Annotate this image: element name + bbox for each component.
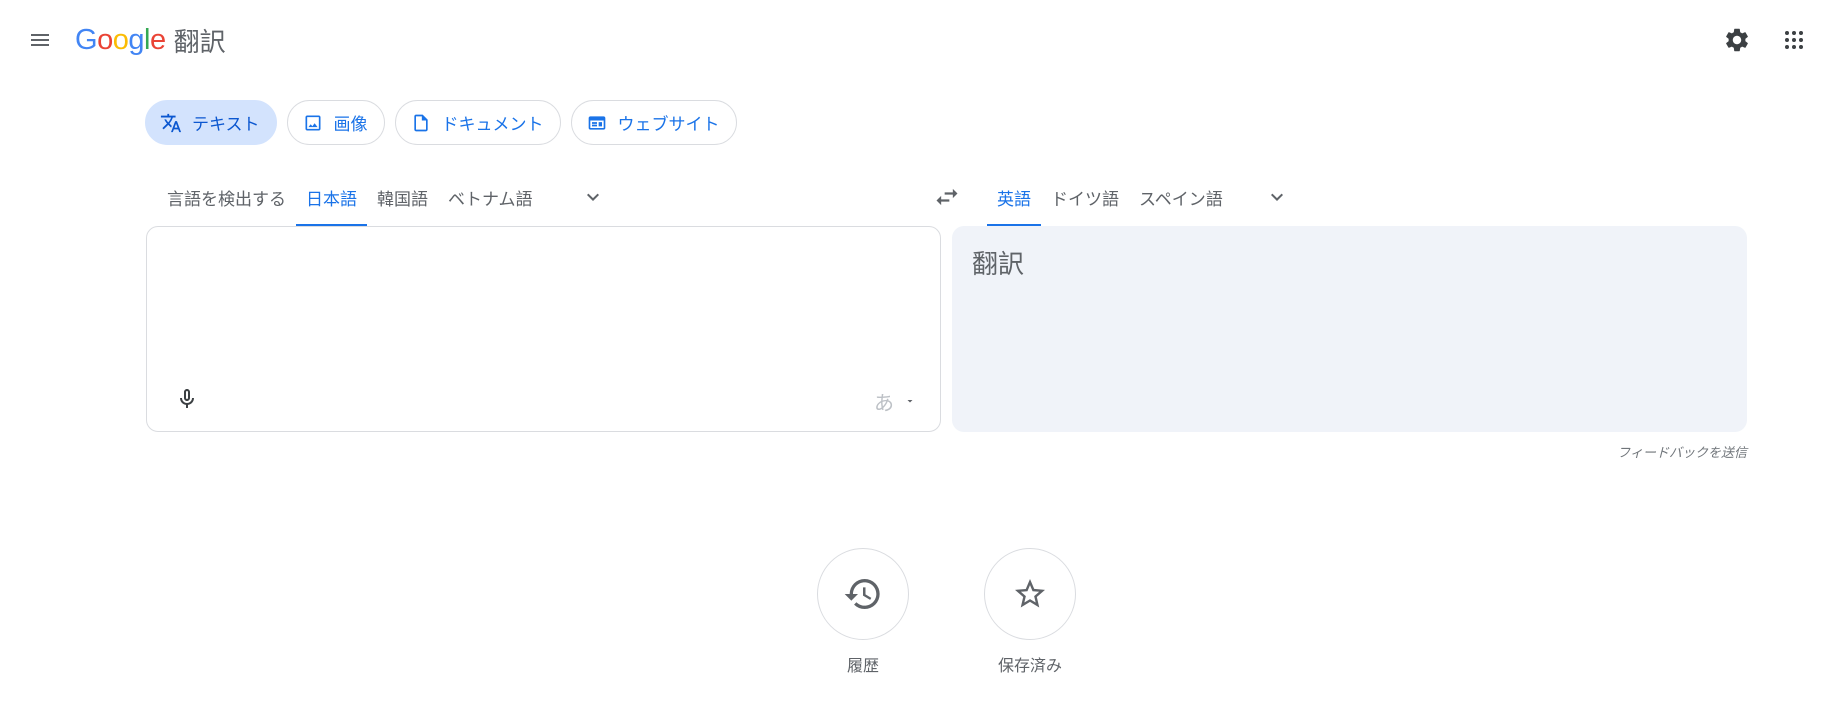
mode-text-button[interactable]: テキスト [145,100,277,145]
ime-hiragana-indicator: あ [874,390,894,415]
swap-languages-button[interactable] [925,175,969,219]
logo-letter: o [97,23,113,56]
saved-button[interactable] [984,548,1076,640]
image-icon [302,112,324,134]
voice-input-button[interactable] [165,377,209,421]
source-lang-korean[interactable]: 韓国語 [367,168,438,226]
saved-label: 保存済み [997,656,1062,675]
mode-document-button[interactable]: ドキュメント [394,100,561,145]
google-wordmark: Google [75,24,166,57]
mode-image-label: 画像 [333,115,368,135]
mode-website-button[interactable]: ウェブサイト [570,100,737,145]
main-menu-button[interactable] [18,20,62,60]
source-language-bar: 言語を検出する 日本語 韓国語 ベトナム語 [157,168,613,226]
target-lang-german-label: ドイツ語 [1051,189,1119,210]
input-tools-button[interactable]: あ [874,385,916,417]
source-lang-japanese[interactable]: 日本語 [296,168,367,226]
translate-icon [160,112,182,134]
target-lang-english-label: 英語 [997,189,1031,210]
history-button[interactable] [817,548,909,640]
google-apps-button[interactable] [1774,20,1814,60]
history-action: 履歴 [817,548,909,676]
source-lang-japanese-label: 日本語 [306,189,357,210]
mode-image-button[interactable]: 画像 [286,100,385,145]
app-header: Google 翻訳 [0,0,1825,80]
microphone-icon [180,389,194,408]
mode-text-label: テキスト [192,115,260,135]
translation-placeholder: 翻訳 [972,250,1025,280]
product-name: 翻訳 [173,27,226,58]
history-label: 履歴 [846,656,879,675]
translation-mode-tabs: テキスト 画像 ドキュメント ウェブサイト [145,100,737,145]
hamburger-menu-icon [31,34,49,46]
target-lang-english[interactable]: 英語 [987,168,1041,226]
star-icon [1015,579,1045,608]
saved-action: 保存済み [984,548,1076,676]
target-language-bar: 英語 ドイツ語 スペイン語 [987,168,1297,226]
settings-button[interactable] [1717,20,1757,60]
logo-letter: g [128,23,144,56]
source-text-panel: あ [146,226,941,432]
swap-arrows-icon [936,188,958,206]
source-lang-korean-label: 韓国語 [377,189,428,210]
google-translate-logo[interactable]: Google 翻訳 [75,22,226,58]
target-lang-spanish[interactable]: スペイン語 [1129,168,1233,226]
website-icon [586,112,608,134]
logo-letter: o [112,23,129,56]
source-lang-vietnamese-label: ベトナム語 [448,189,533,210]
logo-letter: G [75,23,98,56]
target-lang-spanish-label: スペイン語 [1139,189,1223,210]
gear-icon [1726,28,1748,52]
send-feedback-link[interactable]: フィードバックを送信 [1500,442,1747,461]
grid-apps-icon [1785,31,1803,49]
mode-document-label: ドキュメント [441,115,544,135]
document-icon [410,112,432,134]
chevron-down-icon [1270,193,1283,201]
source-lang-vietnamese[interactable]: ベトナム語 [438,168,543,226]
source-text-input[interactable] [167,245,917,375]
mode-website-label: ウェブサイト [617,115,720,135]
source-lang-detect[interactable]: 言語を検出する [157,168,296,226]
caret-down-icon [907,400,913,403]
history-icon [844,579,880,609]
source-more-languages-button[interactable] [573,168,613,226]
source-lang-detect-label: 言語を検出する [167,189,286,210]
logo-letter: e [149,23,166,56]
chevron-down-icon [586,193,599,201]
translation-output-panel: 翻訳 [952,226,1747,432]
target-lang-german[interactable]: ドイツ語 [1041,168,1129,226]
target-more-languages-button[interactable] [1257,168,1297,226]
